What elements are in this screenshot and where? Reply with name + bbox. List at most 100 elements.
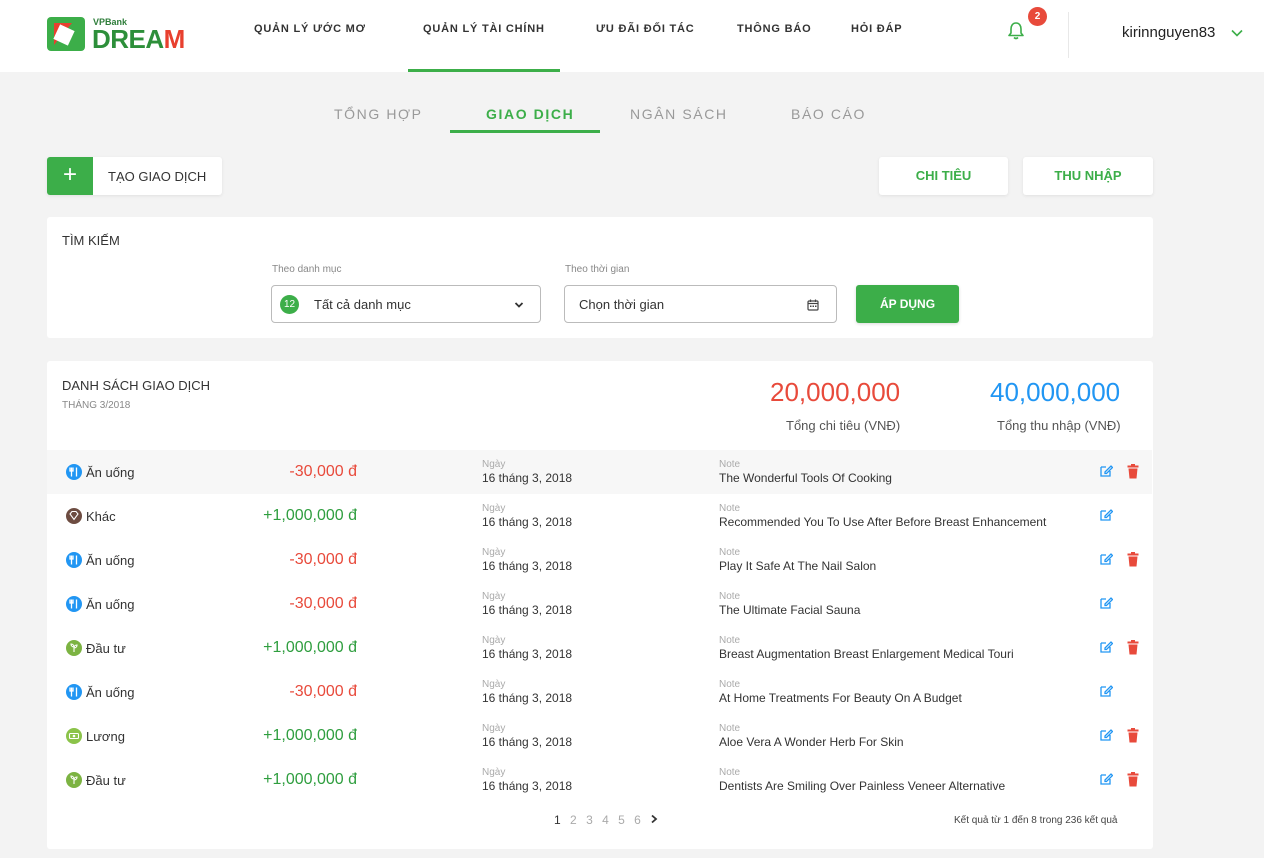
- username[interactable]: kirinnguyen83: [1122, 24, 1215, 41]
- date-label: Ngày: [482, 547, 506, 558]
- transaction-category: Ăn uống: [86, 553, 135, 568]
- transaction-note: Aloe Vera A Wonder Herb For Skin: [719, 735, 904, 749]
- expense-button[interactable]: CHI TIÊU: [879, 157, 1008, 195]
- logo-wordmark-b: M: [163, 24, 186, 54]
- note-label: Note: [719, 635, 741, 646]
- edit-icon[interactable]: [1099, 684, 1113, 698]
- page-link[interactable]: 2: [570, 813, 580, 827]
- page-link[interactable]: 4: [602, 813, 612, 827]
- calendar-icon: [807, 299, 819, 311]
- trash-icon[interactable]: [1127, 552, 1139, 567]
- food-icon: [66, 552, 82, 568]
- income-button[interactable]: THU NHẬP: [1023, 157, 1153, 195]
- transaction-note: Play It Safe At The Nail Salon: [719, 559, 877, 573]
- chevron-down-icon: [514, 302, 524, 308]
- header-divider: [1068, 12, 1069, 58]
- trash-icon[interactable]: [1127, 728, 1139, 743]
- date-label: Ngày: [482, 767, 506, 778]
- tab-reports[interactable]: BÁO CÁO: [791, 106, 866, 122]
- transaction-date: 16 tháng 3, 2018: [482, 647, 573, 661]
- nav-partner-offers[interactable]: ƯU ĐÃI ĐỐI TÁC: [596, 23, 695, 35]
- page-link[interactable]: 3: [586, 813, 596, 827]
- transaction-note: At Home Treatments For Beauty On A Budge…: [719, 691, 962, 705]
- edit-icon[interactable]: [1099, 508, 1113, 522]
- tab-budget[interactable]: NGÂN SÁCH: [630, 106, 728, 122]
- transaction-row[interactable]: Ăn uống -30,000 đ Ngày 16 tháng 3, 2018 …: [47, 450, 1152, 494]
- plus-icon: +: [47, 157, 93, 195]
- transaction-category: Đầu tư: [86, 773, 126, 788]
- gem-icon: [66, 508, 82, 524]
- date-label: Ngày: [482, 459, 506, 470]
- date-label: Ngày: [482, 679, 506, 690]
- date-label: Ngày: [482, 503, 506, 514]
- chevron-right-icon[interactable]: [650, 814, 658, 824]
- transaction-amount: -30,000 đ: [289, 463, 357, 480]
- transaction-date: 16 tháng 3, 2018: [482, 603, 573, 617]
- transaction-row[interactable]: Lương +1,000,000 đ Ngày 16 tháng 3, 2018…: [47, 714, 1152, 758]
- transaction-amount: -30,000 đ: [289, 595, 357, 612]
- transaction-note: The Ultimate Facial Sauna: [719, 603, 861, 617]
- edit-icon[interactable]: [1099, 464, 1113, 478]
- category-select[interactable]: 12 Tất cả danh mục: [271, 285, 541, 323]
- tab-transactions[interactable]: GIAO DỊCH: [486, 106, 574, 122]
- transaction-category: Ăn uống: [86, 465, 135, 480]
- trash-icon[interactable]: [1127, 464, 1139, 479]
- note-label: Note: [719, 503, 741, 514]
- transaction-row[interactable]: Đầu tư +1,000,000 đ Ngày 16 tháng 3, 201…: [47, 758, 1152, 802]
- create-transaction-button[interactable]: + TẠO GIAO DỊCH: [47, 157, 222, 195]
- note-label: Note: [719, 591, 741, 602]
- bell-icon[interactable]: [1004, 18, 1030, 44]
- pagination: 1 2 3 4 5 6: [554, 813, 658, 827]
- nav-faq[interactable]: HỎI ĐÁP: [851, 23, 902, 35]
- nav-notifications[interactable]: THÔNG BÁO: [737, 23, 811, 35]
- transaction-row[interactable]: Đầu tư +1,000,000 đ Ngày 16 tháng 3, 201…: [47, 626, 1152, 670]
- transaction-note: Recommended You To Use After Before Brea…: [719, 515, 1047, 529]
- category-filter-label: Theo danh mục: [272, 264, 342, 275]
- total-income-value: 40,000,000: [990, 377, 1121, 407]
- food-icon: [66, 464, 82, 480]
- transactions-list-title: DANH SÁCH GIAO DỊCH: [62, 378, 211, 393]
- total-expense-label: Tổng chi tiêu (VNĐ): [786, 418, 901, 433]
- create-transaction-label: TẠO GIAO DỊCH: [108, 169, 207, 184]
- page-link[interactable]: 5: [618, 813, 628, 827]
- edit-icon[interactable]: [1099, 772, 1113, 786]
- transaction-category: Ăn uống: [86, 597, 135, 612]
- edit-icon[interactable]: [1099, 552, 1113, 566]
- date-label: Ngày: [482, 723, 506, 734]
- transaction-category: Đầu tư: [86, 641, 126, 656]
- page-link[interactable]: 1: [554, 813, 564, 827]
- edit-icon[interactable]: [1099, 728, 1113, 742]
- category-count-badge: 12: [280, 295, 299, 314]
- page-link[interactable]: 6: [634, 813, 644, 827]
- vpbank-dream-logo[interactable]: VPBank DREAM: [47, 15, 185, 54]
- transaction-row[interactable]: Ăn uống -30,000 đ Ngày 16 tháng 3, 2018 …: [47, 538, 1152, 582]
- logo-wordmark-a: DREA: [92, 24, 164, 54]
- logo-wordmark: DREAM: [92, 24, 185, 55]
- transaction-date: 16 tháng 3, 2018: [482, 515, 573, 529]
- category-select-value: Tất cả danh mục: [314, 297, 411, 312]
- investment-icon: [66, 640, 82, 656]
- tab-summary[interactable]: TỔNG HỢP: [334, 106, 423, 122]
- edit-icon[interactable]: [1099, 596, 1113, 610]
- chevron-down-icon[interactable]: [1230, 26, 1244, 40]
- transaction-amount: +1,000,000 đ: [263, 639, 357, 656]
- edit-icon[interactable]: [1099, 640, 1113, 654]
- transaction-amount: -30,000 đ: [289, 551, 357, 568]
- time-select[interactable]: Chọn thời gian: [564, 285, 837, 323]
- trash-icon[interactable]: [1127, 640, 1139, 655]
- nav-dream-management[interactable]: QUẢN LÝ ƯỚC MƠ: [254, 23, 366, 35]
- transaction-row[interactable]: Khác +1,000,000 đ Ngày 16 tháng 3, 2018 …: [47, 494, 1152, 538]
- salary-icon: [66, 728, 82, 744]
- transaction-amount: +1,000,000 đ: [263, 727, 357, 744]
- transaction-row[interactable]: Ăn uống -30,000 đ Ngày 16 tháng 3, 2018 …: [47, 670, 1152, 714]
- transaction-row[interactable]: Ăn uống -30,000 đ Ngày 16 tháng 3, 2018 …: [47, 582, 1152, 626]
- transaction-category: Ăn uống: [86, 685, 135, 700]
- trash-icon[interactable]: [1127, 772, 1139, 787]
- food-icon: [66, 684, 82, 700]
- top-header: VPBank DREAM QUẢN LÝ ƯỚC MƠ QUẢN LÝ TÀI …: [0, 0, 1264, 72]
- nav-finance-management[interactable]: QUẢN LÝ TÀI CHÍNH: [423, 23, 545, 35]
- result-count-text: Kết quả từ 1 đến 8 trong 236 kết quả: [954, 815, 1118, 826]
- transactions-month: THÁNG 3/2018: [62, 400, 131, 411]
- note-label: Note: [719, 679, 741, 690]
- apply-button[interactable]: ÁP DỤNG: [856, 285, 959, 323]
